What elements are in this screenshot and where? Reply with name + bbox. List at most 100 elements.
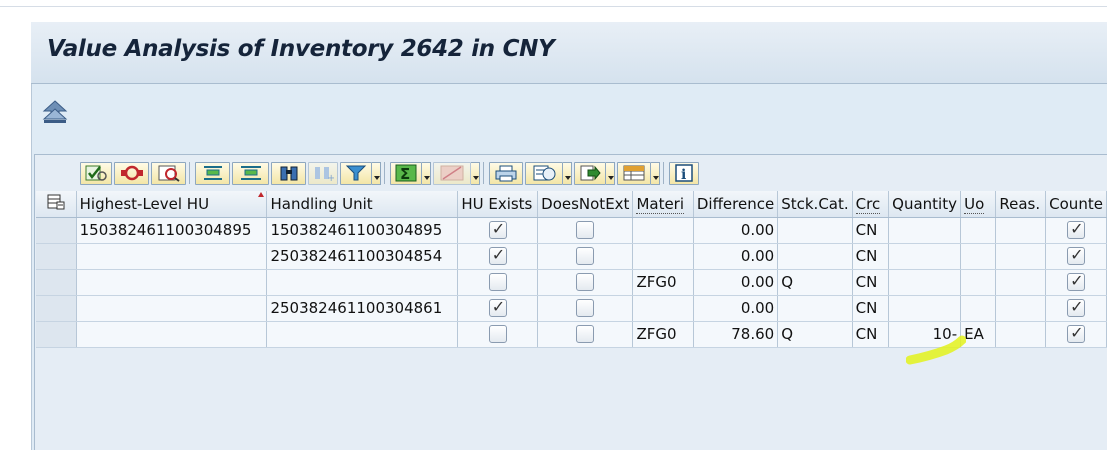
info-icon[interactable]: i [669,161,699,185]
cell-does-not-exist[interactable] [537,321,634,348]
cell-counted[interactable] [1045,295,1107,322]
sum-dropdown[interactable] [422,161,431,185]
checkbox[interactable] [576,299,595,318]
cell-material [632,243,694,270]
cell-does-not-exist[interactable] [537,269,634,296]
inventory-table: Highest-Level HU Handling Unit HU Exists… [36,191,1107,348]
checkbox[interactable] [1067,245,1086,266]
subtotal-icon[interactable] [433,161,471,185]
subtotal-dropdown[interactable] [471,161,480,185]
cell-stock-cat: Q [777,321,853,348]
checkbox[interactable] [488,297,507,318]
details-icon[interactable] [151,161,186,185]
cell-reason [995,321,1047,348]
cell-does-not-exist[interactable] [537,295,634,322]
row-selector[interactable] [36,243,77,270]
layout-dropdown[interactable] [651,161,660,185]
table-row[interactable]: 150382461100304895150382461100304895 0.00… [36,217,1107,244]
table-row[interactable]: 250382461100304854 0.00 CN [36,243,1107,270]
cell-stock-cat [777,217,853,244]
row-selector[interactable] [36,321,77,348]
header-difference[interactable]: Difference [693,191,779,218]
cell-counted[interactable] [1045,243,1107,270]
find-next-icon[interactable]: + [308,161,338,185]
cell-reason [995,217,1047,244]
cell-quantity [888,243,962,270]
header-material[interactable]: Materi [632,191,694,218]
cell-does-not-exist[interactable] [537,243,634,270]
toolbar-separator [483,162,487,184]
export-dropdown[interactable] [606,161,615,185]
cell-hu-exists[interactable] [457,217,539,244]
header-handling-unit[interactable]: Handling Unit [266,191,459,218]
cell-hu-exists[interactable] [457,269,539,296]
cell-highest-hu [76,295,268,322]
header-hu-exists[interactable]: HU Exists [457,191,539,218]
align-icon[interactable] [195,161,230,185]
cell-quantity [888,269,962,296]
up-arrow-icon[interactable] [41,98,69,126]
cell-material [632,217,694,244]
cell-uom [960,217,997,244]
svg-text:Σ: Σ [400,165,410,182]
checkbox[interactable] [488,245,507,266]
toolbar-separator [384,162,388,184]
cell-currency: CN [852,321,890,348]
header-reason[interactable]: Reas. [995,191,1047,218]
checkbox[interactable] [1067,271,1086,292]
cell-stock-cat [777,295,853,322]
cell-hu-exists[interactable] [457,295,539,322]
checkbox[interactable] [1067,323,1086,344]
row-selector[interactable] [36,295,77,322]
checkbox[interactable] [488,273,507,292]
view-dropdown[interactable] [563,161,572,185]
checkbox[interactable] [576,247,595,266]
toolbar-separator [663,162,667,184]
table-row[interactable]: ZFG0 0.00 Q CN [36,269,1107,296]
header-stock-category[interactable]: Stck.Cat. [777,191,853,218]
find-icon[interactable] [271,161,306,185]
cell-quantity [888,295,962,322]
checkbox[interactable] [1067,297,1086,318]
table-row[interactable]: 250382461100304861 0.00 CN [36,295,1107,322]
check-icon[interactable] [80,161,112,185]
filter-dropdown[interactable] [372,161,381,185]
cell-hu-exists[interactable] [457,321,539,348]
header-quantity[interactable]: Quantity [888,191,962,218]
svg-text:i: i [681,167,686,182]
header-counted[interactable]: Counte [1045,191,1107,218]
checkbox[interactable] [1067,219,1086,240]
export-icon[interactable] [574,161,606,185]
table-body: 150382461100304895150382461100304895 0.00… [36,217,1107,348]
row-selector[interactable] [36,217,77,244]
sum-icon[interactable]: Σ [390,161,422,185]
header-uom[interactable]: Uo [960,191,997,218]
cell-counted[interactable] [1045,269,1107,296]
cell-counted[interactable] [1045,217,1107,244]
cell-hu-exists[interactable] [457,243,539,270]
column-settings-icon[interactable] [36,191,77,218]
cell-handling-unit [266,321,459,348]
svg-text:+: + [327,173,334,182]
filter-icon[interactable] [340,161,372,185]
refresh-icon[interactable] [114,161,149,185]
cell-difference: 78.60 [693,321,779,348]
sort-icon[interactable] [232,161,269,185]
checkbox[interactable] [488,325,507,344]
checkbox[interactable] [576,273,595,292]
header-highest-hu[interactable]: Highest-Level HU [76,191,268,218]
layout-icon[interactable] [617,161,651,185]
cell-counted[interactable] [1045,321,1107,348]
view-icon[interactable] [525,161,563,185]
print-icon[interactable] [489,161,523,185]
cell-handling-unit: 150382461100304895 [266,217,459,244]
header-currency[interactable]: Crc [852,191,890,218]
page-title: Value Analysis of Inventory 2642 in CNY [47,36,555,62]
checkbox[interactable] [576,221,595,240]
cell-stock-cat [777,243,853,270]
cell-does-not-exist[interactable] [537,217,634,244]
row-selector[interactable] [36,269,77,296]
checkbox[interactable] [488,219,507,240]
header-does-not-exist[interactable]: DoesNotExt [537,191,634,218]
checkbox[interactable] [576,325,595,344]
